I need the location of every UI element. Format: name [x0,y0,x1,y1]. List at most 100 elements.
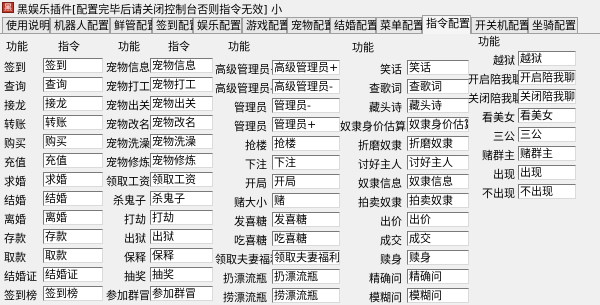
command-input[interactable]: 奴隶身价估算 [407,117,469,132]
tab-3[interactable]: 签到配置 [152,17,200,33]
command-input[interactable]: 购买 [43,134,103,149]
command-input[interactable]: 管理员- [272,98,340,113]
command-input[interactable]: 结婚 [43,191,103,206]
command-input[interactable]: 签到 [43,58,103,73]
command-input[interactable]: 宠物信息 [150,58,213,73]
function-label: 看美女 [482,111,515,124]
function-label: 捞漂流瓶 [223,291,267,304]
tab-0[interactable]: 使用说明 [2,17,50,33]
function-label: 三公 [493,130,515,143]
command-input[interactable]: 出价 [407,212,469,227]
command-input[interactable]: 开启陪我聊 [518,70,576,85]
command-input[interactable]: 存款 [43,229,103,244]
function-label: 查歌词 [369,82,402,95]
function-label: 宠物信息 [106,61,150,74]
command-input[interactable]: 吃喜糖 [272,231,340,246]
tab-6[interactable]: 宠物配置 [287,17,335,33]
command-input[interactable]: 打劫 [150,210,213,225]
command-input[interactable]: 杀鬼子 [150,191,213,206]
function-label: 领取工资 [106,175,150,188]
command-input[interactable]: 保释 [150,248,213,263]
command-input[interactable]: 精确问 [407,269,469,284]
function-label: 发喜糖 [234,215,267,228]
tab-10[interactable]: 开关机配置 [471,17,530,33]
command-input[interactable]: 领取夫妻福利 [272,250,340,265]
command-input[interactable]: 讨好主人 [407,155,469,170]
command-input[interactable]: 抽奖 [150,267,213,282]
window-title: 黑娱乐插件[配置完毕后请关闭控制台否则指令无效] 小 [17,3,283,16]
command-input[interactable]: 出现 [518,165,576,180]
function-label: 购买 [4,137,26,150]
command-input[interactable]: 查询 [43,77,103,92]
function-label: 转账 [4,118,26,131]
command-input[interactable]: 藏头诗 [407,98,469,113]
function-label: 充值 [4,156,26,169]
function-label: 出现 [493,168,515,181]
command-input[interactable]: 越狱 [518,51,576,66]
tab-2[interactable]: 鲜管配置 [110,17,158,33]
command-input[interactable]: 宠物改名 [150,115,213,130]
column-header-function: 功能 [118,40,140,53]
function-label: 打劫 [124,213,146,226]
command-input[interactable]: 求婚 [43,172,103,187]
command-input[interactable]: 三公 [518,127,576,142]
command-input[interactable]: 赎身 [407,250,469,265]
command-input[interactable]: 宠物出关 [150,96,213,111]
tab-4[interactable]: 娱乐配置 [193,17,242,33]
command-input[interactable]: 拍卖奴隶 [407,193,469,208]
function-label: 不出现 [482,187,515,200]
command-input[interactable]: 查歌词 [407,79,469,94]
command-input[interactable]: 发喜糖 [272,212,340,227]
tab-9[interactable]: 指令配置 [422,15,471,34]
command-input[interactable]: 模糊问 [407,288,469,303]
tab-5[interactable]: 游戏配置 [242,17,290,33]
command-input[interactable]: 宠物打工 [150,77,213,92]
command-input[interactable]: 宠物修炼 [150,153,213,168]
tab-11[interactable]: 坐骑配置 [528,17,578,33]
command-input[interactable]: 看美女 [518,108,576,123]
function-label: 高级管理员+ [215,63,280,76]
command-input[interactable]: 转账 [43,115,103,130]
function-label: 扔漂流瓶 [223,272,267,285]
function-label: 求婚 [4,175,26,188]
function-label: 讨好主人 [358,158,402,171]
function-label: 折磨奴隶 [358,139,402,152]
command-input[interactable]: 捞漂流瓶 [272,288,340,303]
function-label: 出价 [380,215,402,228]
command-input[interactable]: 抢楼 [272,136,340,151]
command-input[interactable]: 高级管理员+ [272,60,340,75]
command-input[interactable]: 关闭陪我聊 [518,89,576,104]
command-input[interactable]: 接龙 [43,96,103,111]
function-label: 宠物修炼 [106,156,150,169]
command-input[interactable]: 高级管理员- [272,79,340,94]
command-input[interactable]: 不出现 [518,184,576,199]
command-input[interactable]: 下注 [272,155,340,170]
command-input[interactable]: 折磨奴隶 [407,136,469,151]
tab-7[interactable]: 结婚配置 [330,17,378,33]
command-input[interactable]: 结婚证 [43,267,103,282]
tab-8[interactable]: 菜单配置 [376,17,424,33]
command-input[interactable]: 开局 [272,174,340,189]
command-input[interactable]: 笑话 [407,60,469,75]
function-label: 杀鬼子 [113,194,146,207]
function-label: 宠物洗澡 [106,137,150,150]
command-input[interactable]: 参加群冒 [150,286,213,301]
function-label: 关闭陪我聊 [468,92,523,105]
command-input[interactable]: 出狱 [150,229,213,244]
command-input[interactable]: 赌群主 [518,146,576,161]
command-input[interactable]: 成交 [407,231,469,246]
command-input[interactable]: 宠物洗澡 [150,134,213,149]
command-input[interactable]: 扔漂流瓶 [272,269,340,284]
command-input[interactable]: 签到榜 [43,286,103,301]
command-input[interactable]: 充值 [43,153,103,168]
command-input[interactable]: 管理员+ [272,117,340,132]
column-header-function: 功能 [352,41,374,54]
command-input[interactable]: 取款 [43,248,103,263]
function-label: 下注 [245,158,267,171]
command-input[interactable]: 赌 [272,193,340,208]
command-input[interactable]: 离婚 [43,210,103,225]
tab-1[interactable]: 机器人配置 [50,17,110,33]
column-header-command: 指令 [168,40,190,53]
command-input[interactable]: 领取工资 [150,172,213,187]
command-input[interactable]: 奴隶信息 [407,174,469,189]
